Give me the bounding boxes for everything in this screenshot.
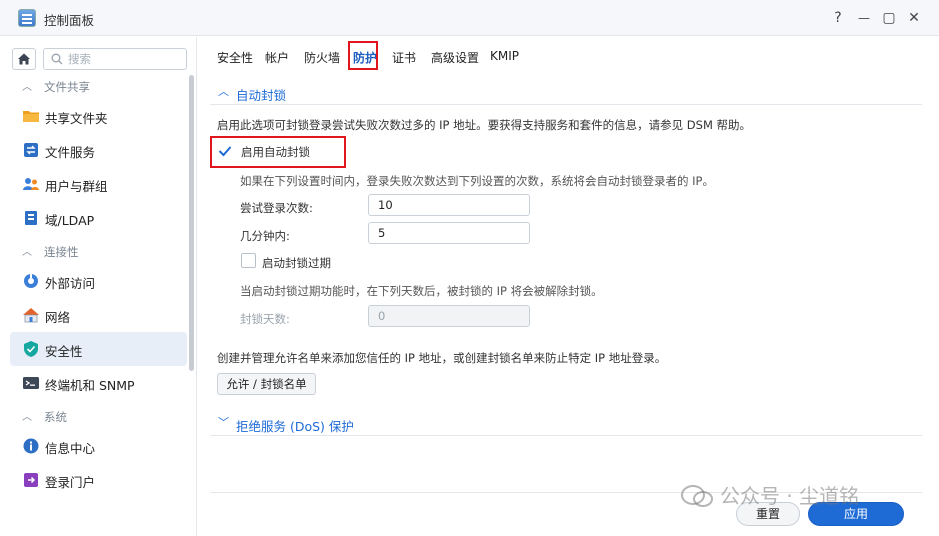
sidebar-scrollbar[interactable] <box>189 75 194 371</box>
section-divider <box>210 104 922 105</box>
users-icon <box>23 178 39 190</box>
external-access-icon <box>24 273 38 288</box>
tab-kmip[interactable]: KMIP <box>490 49 519 63</box>
auto-block-condition-text: 如果在下列设置时间内，登录失败次数达到下列设置的次数，系统将会自动封锁登录者的 … <box>240 174 714 188</box>
section-connectivity[interactable]: ︿ 连接性 <box>10 240 187 264</box>
shield-icon <box>24 341 38 357</box>
tab-security[interactable]: 安全性 <box>217 49 253 66</box>
block-expire-label: 启动封锁过期 <box>262 256 331 270</box>
allow-block-list-button[interactable]: 允许 / 封锁名单 <box>217 373 316 395</box>
nav-list: ︿ 文件共享 共享文件夹 文件服务 用户与群组 域/LDAP ︿ 连接性 外部访… <box>10 75 187 497</box>
terminal-icon <box>23 377 39 389</box>
chevron-down-icon: ﹀ <box>218 416 229 429</box>
sidebar-item-login-portal[interactable]: 登录门户 <box>10 463 187 497</box>
minutes-input[interactable]: 5 <box>368 222 530 244</box>
sidebar-item-info-center[interactable]: 信息中心 <box>10 429 187 463</box>
search-box[interactable] <box>43 48 187 70</box>
chevron-up-icon: ︿ <box>22 412 32 423</box>
sidebar-item-terminal-snmp[interactable]: 终端机和 SNMP <box>10 366 187 400</box>
window-title: 控制面板 <box>44 13 95 28</box>
sidebar-item-shared-folder[interactable]: 共享文件夹 <box>10 99 187 133</box>
block-expire-checkbox[interactable] <box>241 253 256 268</box>
tab-bar: 安全性 帐户 防火墙 防护 证书 高级设置 KMIP <box>198 37 939 75</box>
sidebar-item-network[interactable]: 网络 <box>10 298 187 332</box>
sidebar: ︿ 文件共享 共享文件夹 文件服务 用户与群组 <box>0 37 197 536</box>
search-input[interactable] <box>68 51 178 67</box>
wechat-icon <box>681 485 713 507</box>
file-service-icon <box>24 143 38 157</box>
tab-certificate[interactable]: 证书 <box>392 49 416 66</box>
chevron-up-icon: ︿ <box>22 82 32 93</box>
enable-auto-block-checkbox[interactable] <box>218 145 232 157</box>
dos-section-header[interactable]: ﹀ 拒绝服务 (DoS) 保护 <box>198 411 939 437</box>
minimize-button[interactable]: — <box>854 8 874 28</box>
attempts-input[interactable]: 10 <box>368 194 530 216</box>
help-button[interactable]: ? <box>828 8 848 28</box>
control-panel-icon <box>18 9 36 27</box>
main-panel: 安全性 帐户 防火墙 防护 证书 高级设置 KMIP ︿ 自动封锁 启用此选项可… <box>198 37 939 536</box>
auto-block-description: 启用此选项可封锁登录尝试失败次数过多的 IP 地址。要获得支持服务和套件的信息，… <box>217 118 752 132</box>
block-days-label: 封锁天数: <box>240 312 290 326</box>
sidebar-item-domain-ldap[interactable]: 域/LDAP <box>10 201 187 235</box>
title-bar: 控制面板 ? — ▢ ✕ <box>0 0 939 36</box>
section-divider <box>210 435 922 436</box>
tab-account[interactable]: 帐户 <box>265 49 289 66</box>
protection-tab-highlight <box>348 41 378 70</box>
login-portal-icon <box>24 473 38 487</box>
chevron-up-icon: ︿ <box>218 85 229 98</box>
tab-firewall[interactable]: 防火墙 <box>304 49 340 66</box>
section-file-sharing[interactable]: ︿ 文件共享 <box>10 75 187 99</box>
block-days-input[interactable]: 0 <box>368 305 530 327</box>
sidebar-item-file-services[interactable]: 文件服务 <box>10 133 187 167</box>
close-button[interactable]: ✕ <box>904 8 924 28</box>
attempts-label: 尝试登录次数: <box>240 201 313 215</box>
minutes-label: 几分钟内: <box>240 229 290 243</box>
maximize-button[interactable]: ▢ <box>879 8 899 28</box>
enable-auto-block-label: 启用自动封锁 <box>241 145 310 159</box>
home-button[interactable] <box>12 48 36 70</box>
tab-advanced[interactable]: 高级设置 <box>431 49 479 66</box>
search-icon <box>51 53 63 65</box>
chevron-up-icon: ︿ <box>22 247 32 258</box>
sidebar-item-security[interactable]: 安全性 <box>10 332 187 366</box>
watermark-text: 公众号 · 尘道铭 <box>720 484 860 508</box>
sidebar-item-users-groups[interactable]: 用户与群组 <box>10 167 187 201</box>
block-expire-text: 当启动封锁过期功能时，在下列天数后，被封锁的 IP 将会被解除封锁。 <box>240 284 603 298</box>
home-icon <box>18 53 30 65</box>
section-system[interactable]: ︿ 系统 <box>10 405 187 429</box>
network-icon <box>23 308 39 323</box>
auto-block-section-header[interactable]: ︿ 自动封锁 <box>198 80 939 106</box>
domain-icon <box>25 211 37 225</box>
folder-icon <box>23 111 39 122</box>
sidebar-item-external-access[interactable]: 外部访问 <box>10 264 187 298</box>
allowlist-description: 创建并管理允许名单来添加您信任的 IP 地址，或创建封锁名单来防止特定 IP 地… <box>217 351 667 365</box>
info-icon <box>23 438 39 454</box>
